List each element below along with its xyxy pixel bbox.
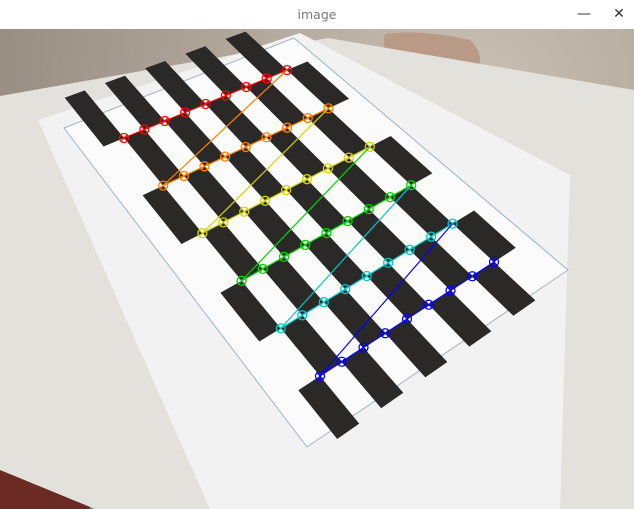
window-title: image: [297, 7, 337, 22]
image-viewport: [0, 29, 634, 509]
title-bar: image — ✕: [0, 0, 634, 30]
camera-image: [0, 29, 634, 509]
close-icon: ✕: [613, 6, 625, 22]
minimize-icon: —: [577, 6, 591, 22]
close-button[interactable]: ✕: [607, 3, 631, 25]
minimize-button[interactable]: —: [572, 3, 596, 25]
